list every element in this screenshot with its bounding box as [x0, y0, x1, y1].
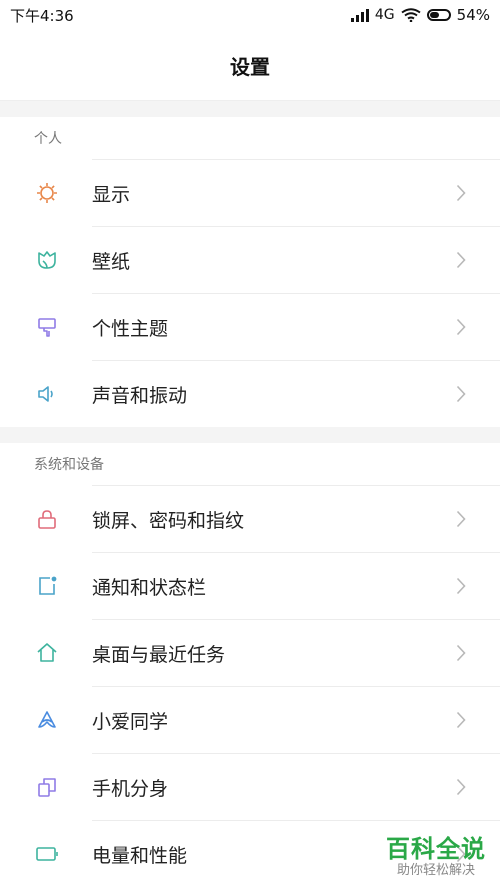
settings-item[interactable]: 声音和振动 — [0, 359, 500, 428]
chevron-right-icon — [456, 778, 466, 796]
settings-item[interactable]: 桌面与最近任务 — [0, 618, 500, 687]
dual-phone-icon — [0, 775, 92, 799]
section-header: 个人 — [34, 131, 62, 147]
watermark-logo: 百科全说 助你轻松解决 — [386, 835, 486, 879]
settings-item-label: 手机分身 — [92, 777, 169, 800]
chevron-right-icon — [456, 577, 466, 595]
watermark-subtitle: 助你轻松解决 — [396, 863, 475, 878]
settings-item[interactable]: 小爱同学 — [0, 685, 500, 754]
settings-item[interactable]: 锁屏、密码和指纹 — [0, 484, 500, 553]
notification-icon — [0, 574, 92, 598]
chevron-right-icon — [456, 318, 466, 336]
settings-item-label: 通知和状态栏 — [92, 576, 207, 599]
settings-item-content: 手机分身 — [92, 752, 500, 821]
settings-item-label: 小爱同学 — [92, 710, 169, 733]
xiaoai-icon — [0, 708, 92, 732]
settings-item-content: 锁屏、密码和指纹 — [92, 484, 500, 553]
settings-item-label: 声音和振动 — [92, 384, 188, 407]
chevron-right-icon — [456, 251, 466, 269]
watermark-title: 百科全说 — [386, 835, 486, 863]
battery-icon — [426, 9, 451, 21]
signal-icon — [350, 8, 369, 22]
status-time: 下午4:36 — [10, 6, 74, 25]
settings-item[interactable]: 手机分身 — [0, 752, 500, 821]
wifi-icon — [401, 8, 421, 22]
settings-item-label: 壁纸 — [92, 250, 131, 273]
status-icons: 4G 54% — [350, 6, 490, 24]
chevron-right-icon — [456, 184, 466, 202]
sun-icon — [0, 181, 92, 205]
battery-icon — [0, 842, 92, 866]
settings-item-content: 通知和状态栏 — [92, 551, 500, 620]
settings-item[interactable]: 通知和状态栏 — [0, 551, 500, 620]
home-icon — [0, 641, 92, 665]
section-divider — [0, 427, 500, 443]
settings-item-content: 显示 — [92, 158, 500, 227]
settings-item-content: 声音和振动 — [92, 359, 500, 428]
settings-item-content: 小爱同学 — [92, 685, 500, 754]
settings-item[interactable]: 壁纸 — [0, 225, 500, 294]
settings-list: 个人 显示 壁纸 个性主题 声音和振动 系统和设备 锁屏、密码和指纹 通知和状态… — [0, 101, 500, 887]
paint-brush-icon — [0, 315, 92, 339]
settings-item-content: 个性主题 — [92, 292, 500, 361]
speaker-icon — [0, 382, 92, 406]
section-divider — [0, 101, 500, 117]
chevron-right-icon — [456, 711, 466, 729]
settings-item[interactable]: 个性主题 — [0, 292, 500, 361]
settings-item-content: 桌面与最近任务 — [92, 618, 500, 687]
page-title-text: 设置 — [230, 54, 270, 79]
network-type: 4G — [374, 7, 395, 23]
battery-percent: 54% — [456, 6, 490, 24]
settings-item-label: 显示 — [92, 183, 131, 206]
chevron-right-icon — [456, 385, 466, 403]
chevron-right-icon — [456, 510, 466, 528]
section-header: 系统和设备 — [34, 457, 104, 473]
settings-item-label: 桌面与最近任务 — [92, 643, 226, 666]
status-bar: 下午4:36 4G 54% — [0, 0, 500, 30]
settings-item-label: 锁屏、密码和指纹 — [92, 509, 245, 532]
settings-item-content: 壁纸 — [92, 225, 500, 294]
lock-icon — [0, 507, 92, 531]
settings-item-label: 个性主题 — [92, 317, 169, 340]
settings-item[interactable]: 显示 — [0, 158, 500, 227]
chevron-right-icon — [456, 644, 466, 662]
settings-item-label: 电量和性能 — [92, 844, 188, 867]
page-title: 设置 — [0, 30, 500, 101]
tulip-icon — [0, 248, 92, 272]
